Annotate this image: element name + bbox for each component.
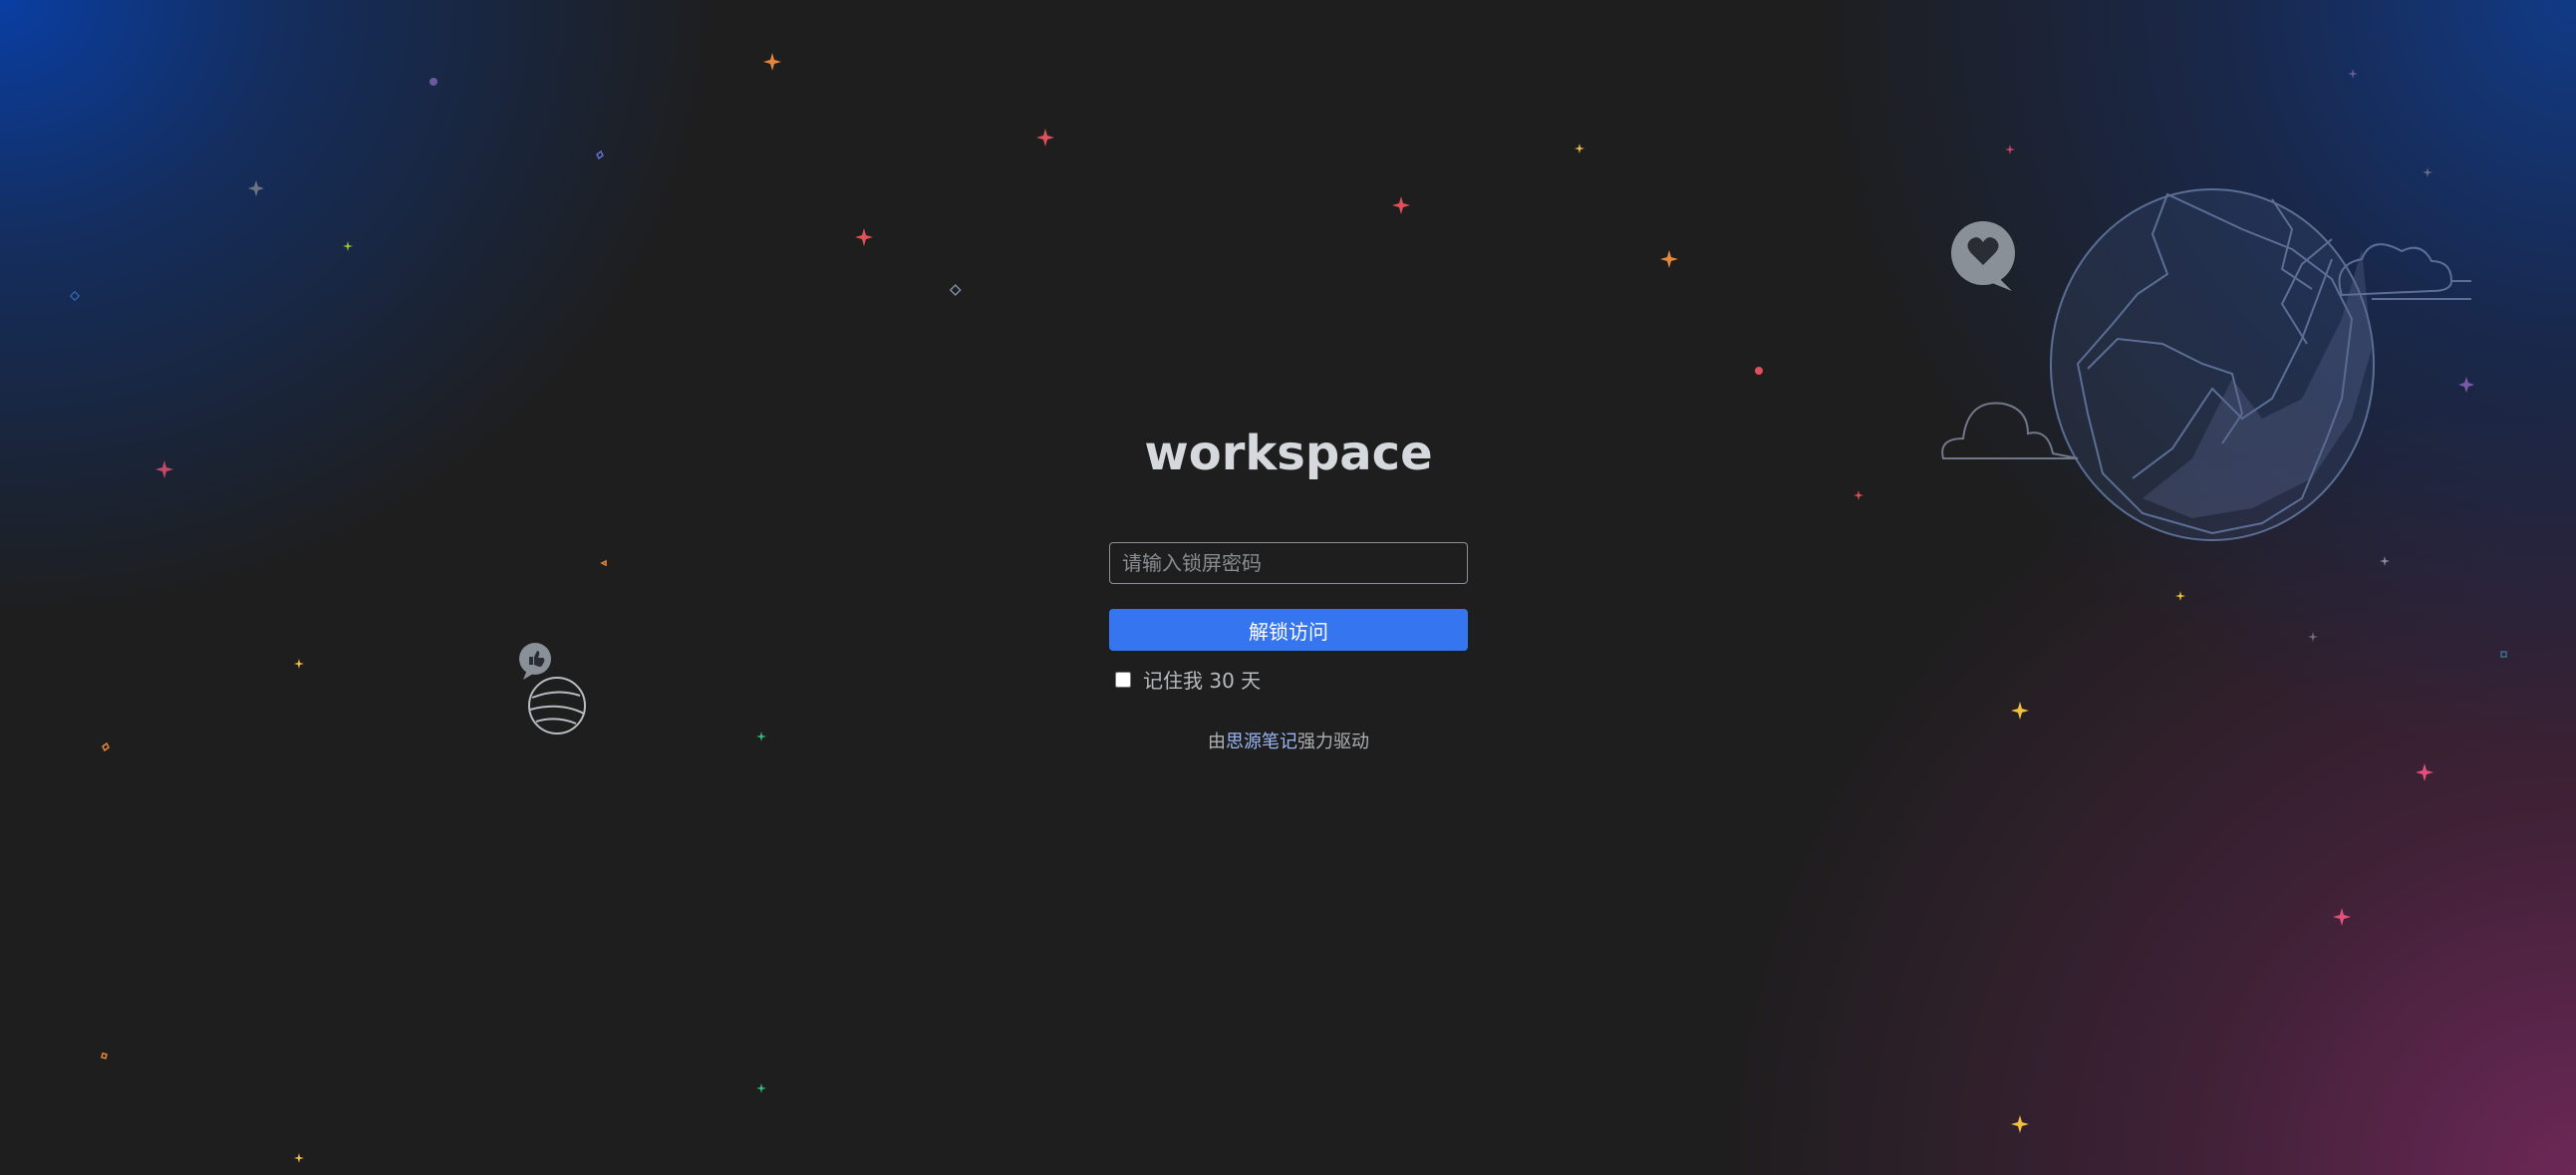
star-sparkle-icon bbox=[155, 460, 173, 478]
thumbs-up-bubble-icon bbox=[519, 643, 551, 680]
powered-by-suffix: 强力驱动 bbox=[1297, 732, 1369, 752]
star-sparkle-icon bbox=[2380, 556, 2390, 566]
app-title: workspace bbox=[1144, 426, 1433, 481]
remember-me-checkbox[interactable] bbox=[1115, 671, 1131, 688]
star-sparkle-icon bbox=[294, 659, 304, 669]
star-sparkle-icon bbox=[2348, 69, 2358, 79]
star-sparkle-icon bbox=[756, 1083, 766, 1093]
star-sparkle-icon bbox=[2308, 632, 2318, 642]
star-sparkle-icon bbox=[248, 180, 264, 196]
password-input[interactable] bbox=[1109, 542, 1468, 584]
star-sparkle-icon bbox=[343, 241, 353, 251]
star-sparkle-icon bbox=[763, 53, 781, 71]
star-sparkle-icon bbox=[855, 228, 873, 246]
heart-bubble-icon bbox=[1951, 221, 2015, 291]
star-sparkle-icon bbox=[1574, 144, 1584, 153]
star-sparkle-icon bbox=[1392, 196, 1410, 214]
star-sparkle-icon bbox=[2011, 702, 2029, 720]
login-panel: workspace 解锁访问 记住我 30 天 由思源笔记强力驱动 bbox=[1109, 419, 1468, 753]
star-sparkle-icon bbox=[2333, 908, 2351, 926]
star-sparkle-icon bbox=[2011, 1115, 2029, 1133]
powered-by: 由思源笔记强力驱动 bbox=[1109, 728, 1468, 753]
remember-me[interactable]: 记住我 30 天 bbox=[1115, 665, 1468, 694]
globe-illustration bbox=[2050, 188, 2375, 541]
star-sparkle-icon bbox=[294, 1153, 304, 1163]
star-sparkle-icon bbox=[2423, 167, 2433, 177]
star-sparkle-icon bbox=[2458, 377, 2474, 393]
star-sparkle-icon bbox=[1036, 129, 1054, 147]
powered-by-prefix: 由 bbox=[1208, 732, 1226, 752]
siyuan-link[interactable]: 思源笔记 bbox=[1226, 732, 1297, 752]
star-sparkle-icon bbox=[1854, 490, 1863, 500]
unlock-button[interactable]: 解锁访问 bbox=[1109, 609, 1468, 651]
star-sparkle-icon bbox=[2416, 763, 2433, 781]
star-sparkle-icon bbox=[756, 732, 766, 741]
remember-me-label: 记住我 30 天 bbox=[1143, 669, 1262, 693]
star-sparkle-icon bbox=[1660, 250, 1678, 268]
star-sparkle-icon bbox=[2175, 591, 2185, 601]
star-sparkle-icon bbox=[2005, 145, 2015, 154]
planet-icon bbox=[528, 677, 586, 734]
